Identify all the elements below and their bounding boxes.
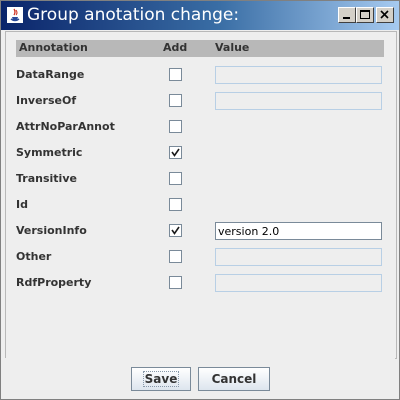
checkmark-icon [171,226,180,235]
annotation-label: InverseOf [16,94,77,107]
window-title: Group anotation change: [27,5,240,25]
annotation-label: Transitive [16,172,77,185]
annotation-table-panel: Annotation Add Value DataRange InverseOf A… [5,31,397,359]
table-row: InverseOf [16,91,386,111]
checkmark-icon [171,148,180,157]
save-button-label: Save [142,371,180,387]
close-icon [380,10,389,19]
value-field[interactable] [215,274,382,292]
value-field[interactable] [215,248,382,266]
value-field[interactable] [215,66,382,84]
close-button[interactable] [376,7,394,23]
table-row: Symmetric [16,143,386,163]
value-text: version 2.0 [218,225,280,238]
add-checkbox[interactable] [169,224,182,237]
cancel-button[interactable]: Cancel [198,367,270,391]
table-row: DataRange [16,65,386,85]
minimize-button[interactable] [338,7,356,23]
add-checkbox[interactable] [169,250,182,263]
add-checkbox[interactable] [169,172,182,185]
value-column-header: Value [215,41,250,54]
table-row: Transitive [16,169,386,189]
add-column-header: Add [163,41,188,54]
value-field[interactable]: version 2.0 [215,222,382,240]
value-field[interactable] [215,92,382,110]
save-button[interactable]: Save [131,367,191,391]
add-checkbox[interactable] [169,120,182,133]
maximize-icon [360,10,370,19]
table-header: Annotation Add Value [16,40,384,57]
annotation-column-header: Annotation [19,41,88,54]
annotation-label: Other [16,250,52,263]
add-checkbox[interactable] [169,94,182,107]
annotation-label: Id [16,198,28,211]
table-row: VersionInfo version 2.0 [16,221,386,241]
maximize-button[interactable] [356,7,374,23]
java-app-icon [7,7,23,23]
table-row: AttrNoParAnnot [16,117,386,137]
annotation-label: AttrNoParAnnot [16,120,115,133]
title-bar[interactable]: Group anotation change: [1,1,399,30]
minimize-icon [343,17,350,19]
table-row: RdfProperty [16,273,386,293]
annotation-label: Symmetric [16,146,83,159]
annotation-label: DataRange [16,68,85,81]
add-checkbox[interactable] [169,68,182,81]
add-checkbox[interactable] [169,198,182,211]
annotation-label: RdfProperty [16,276,92,289]
add-checkbox[interactable] [169,146,182,159]
dialog-window: Group anotation change: Annotation Add V… [0,0,400,400]
annotation-label: VersionInfo [16,224,87,237]
add-checkbox[interactable] [169,276,182,289]
button-bar: Save Cancel [5,358,395,398]
cancel-button-label: Cancel [211,372,257,386]
table-row: Id [16,195,386,215]
table-row: Other [16,247,386,267]
